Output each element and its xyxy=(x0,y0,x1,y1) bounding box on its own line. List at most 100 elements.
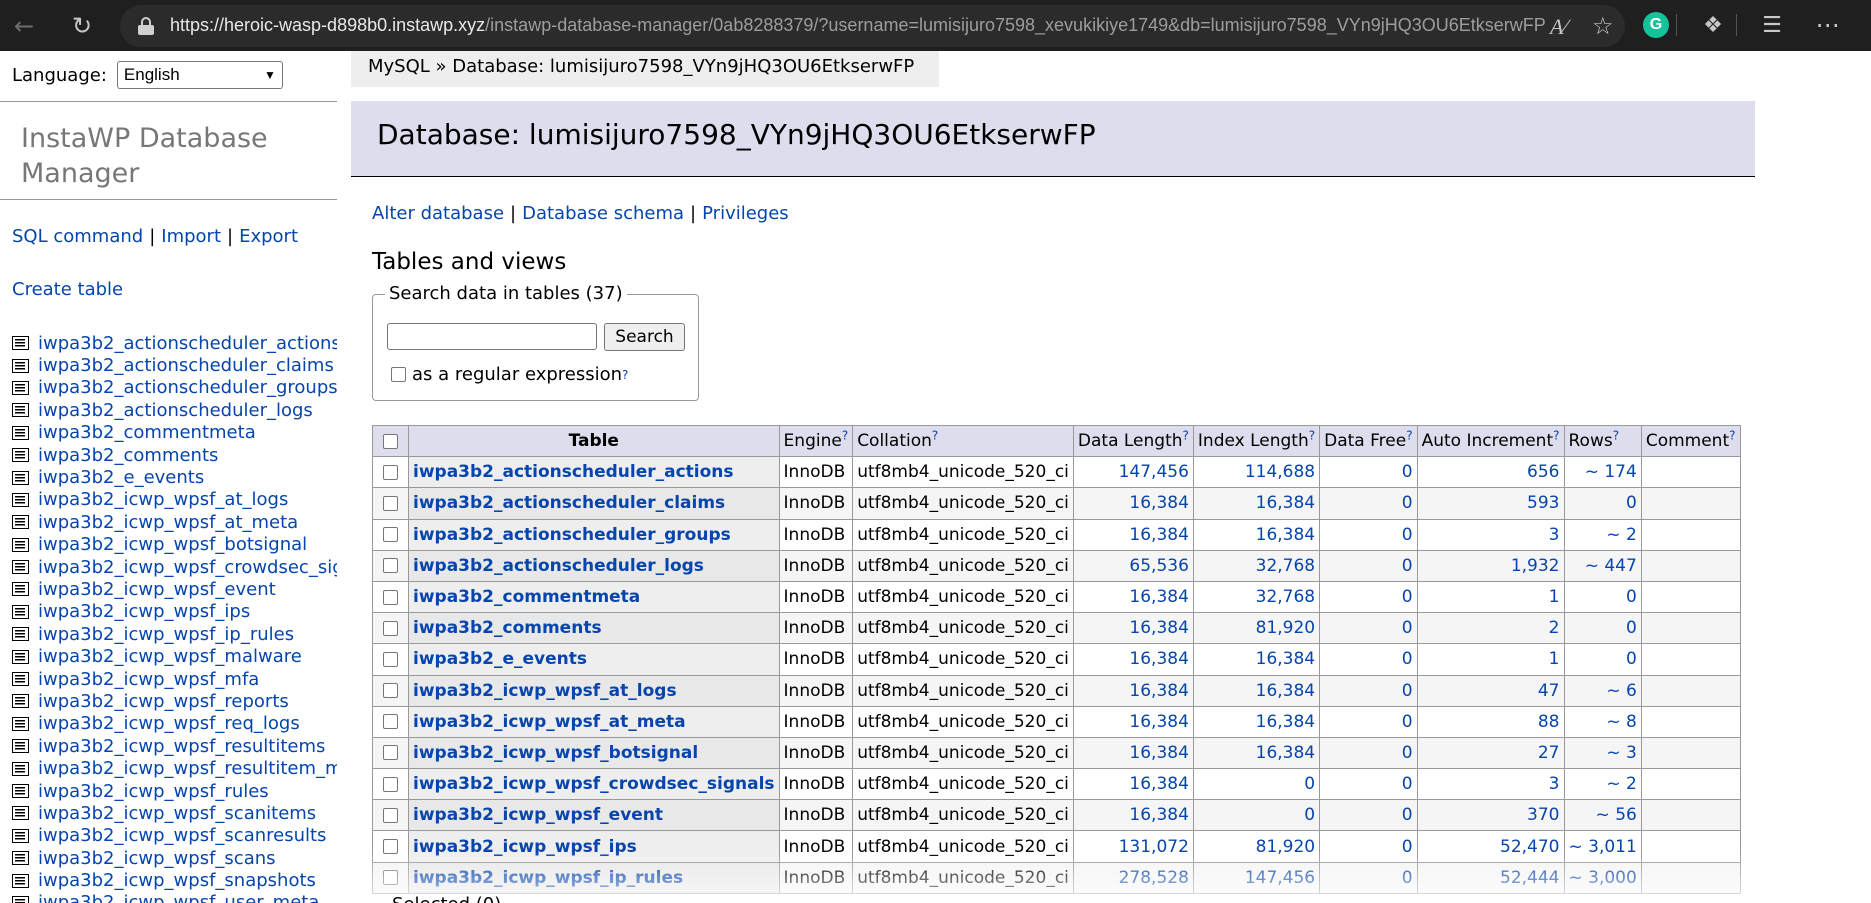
help-link[interactable]: ? xyxy=(1613,428,1619,442)
read-aloud-icon[interactable]: A∕ xyxy=(1550,14,1567,40)
data-free-cell[interactable]: 0 xyxy=(1319,612,1418,645)
rows-cell[interactable]: ~ 2 xyxy=(1563,768,1642,801)
table-list-icon[interactable] xyxy=(12,425,29,440)
sidebar-table-link[interactable]: iwpa3b2_icwp_wpsf_scanitems xyxy=(38,803,316,824)
import-link[interactable]: Import xyxy=(161,226,221,247)
alter-database-link[interactable]: Alter database xyxy=(372,203,504,224)
data-free-cell[interactable]: 0 xyxy=(1319,736,1418,770)
sidebar-table-link[interactable]: iwpa3b2_actionscheduler_groups xyxy=(38,377,337,398)
sidebar-table-item[interactable]: iwpa3b2_actionscheduler_logs xyxy=(12,399,337,421)
sidebar-table-link[interactable]: iwpa3b2_icwp_wpsf_req_logs xyxy=(38,713,300,734)
language-select[interactable]: English ▼ xyxy=(116,61,283,89)
table-list-icon[interactable] xyxy=(12,694,29,709)
puzzle-piece-icon[interactable]: ❖ xyxy=(1698,10,1728,40)
index-length-cell[interactable]: 0 xyxy=(1192,799,1321,832)
data-free-cell[interactable]: 0 xyxy=(1319,674,1418,707)
index-length-cell[interactable]: 114,688 xyxy=(1192,456,1321,489)
table-list-icon[interactable] xyxy=(12,448,29,463)
sidebar-table-link[interactable]: iwpa3b2_comments xyxy=(38,445,218,466)
table-list-icon[interactable] xyxy=(12,537,29,552)
sidebar-table-link[interactable]: iwpa3b2_icwp_wpsf_event xyxy=(38,579,276,600)
data-length-cell[interactable]: 16,384 xyxy=(1072,643,1194,676)
auto-increment-cell[interactable]: 593 xyxy=(1416,487,1565,520)
data-free-cell[interactable]: 0 xyxy=(1319,580,1418,614)
sidebar-table-item[interactable]: iwpa3b2_icwp_wpsf_scanresults xyxy=(12,825,337,847)
row-checkbox[interactable] xyxy=(383,807,398,823)
index-length-cell[interactable]: 32,768 xyxy=(1192,580,1321,614)
auto-increment-cell[interactable]: 27 xyxy=(1416,736,1565,770)
sidebar-table-link[interactable]: iwpa3b2_e_events xyxy=(38,467,204,488)
sidebar-table-link[interactable]: iwpa3b2_icwp_wpsf_resultitems xyxy=(38,736,325,757)
more-menu-icon[interactable]: ⋯ xyxy=(1813,10,1843,40)
sidebar-table-item[interactable]: iwpa3b2_icwp_wpsf_scans xyxy=(12,847,337,869)
create-table-link[interactable]: Create table xyxy=(12,279,123,300)
rows-cell[interactable]: ~ 6 xyxy=(1563,674,1642,707)
sidebar-table-item[interactable]: iwpa3b2_icwp_wpsf_snapshots xyxy=(12,869,337,891)
auto-increment-cell[interactable]: 2 xyxy=(1416,612,1565,645)
rows-cell[interactable]: ~ 56 xyxy=(1563,799,1642,832)
row-checkbox[interactable] xyxy=(383,589,398,605)
table-list-icon[interactable] xyxy=(12,560,29,575)
table-list-icon[interactable] xyxy=(12,649,29,664)
sidebar-table-item[interactable]: iwpa3b2_icwp_wpsf_at_meta xyxy=(12,511,337,533)
sidebar-table-item[interactable]: iwpa3b2_icwp_wpsf_user_meta xyxy=(12,892,337,903)
auto-increment-cell[interactable]: 52,444 xyxy=(1416,861,1565,894)
data-length-cell[interactable]: 16,384 xyxy=(1072,518,1194,551)
index-length-cell[interactable]: 81,920 xyxy=(1192,612,1321,645)
sidebar-table-item[interactable]: iwpa3b2_icwp_wpsf_scanitems xyxy=(12,802,337,824)
data-free-cell[interactable]: 0 xyxy=(1319,830,1418,863)
table-list-icon[interactable] xyxy=(12,739,29,754)
data-free-cell[interactable]: 0 xyxy=(1319,487,1418,520)
table-list-icon[interactable] xyxy=(12,358,29,373)
auto-increment-cell[interactable]: 52,470 xyxy=(1416,830,1565,863)
row-checkbox[interactable] xyxy=(383,651,398,667)
row-checkbox[interactable] xyxy=(383,776,398,792)
sql-command-link[interactable]: SQL command xyxy=(12,226,143,247)
table-list-icon[interactable] xyxy=(12,784,29,798)
auto-increment-cell[interactable]: 47 xyxy=(1416,674,1565,707)
index-length-cell[interactable]: 16,384 xyxy=(1192,674,1321,707)
help-link[interactable]: ? xyxy=(932,428,938,442)
star-icon[interactable]: ☆ xyxy=(1592,12,1614,40)
table-name-link[interactable]: iwpa3b2_actionscheduler_logs xyxy=(413,556,704,576)
table-list-icon[interactable] xyxy=(12,895,29,903)
sidebar-table-link[interactable]: iwpa3b2_icwp_wpsf_ip_rules xyxy=(38,624,294,645)
sidebar-table-item[interactable]: iwpa3b2_icwp_wpsf_reports xyxy=(12,690,337,712)
table-list-icon[interactable] xyxy=(12,761,29,776)
auto-increment-cell[interactable]: 1 xyxy=(1416,643,1565,676)
data-length-cell[interactable]: 16,384 xyxy=(1072,487,1194,520)
help-link[interactable]: ? xyxy=(1309,428,1315,442)
auto-increment-cell[interactable]: 1 xyxy=(1416,580,1565,614)
table-name-link[interactable]: iwpa3b2_actionscheduler_groups xyxy=(413,525,731,545)
rows-cell[interactable]: 0 xyxy=(1563,487,1642,520)
sidebar-table-item[interactable]: iwpa3b2_icwp_wpsf_ips xyxy=(12,601,337,623)
data-free-cell[interactable]: 0 xyxy=(1319,705,1418,738)
rows-cell[interactable]: 0 xyxy=(1563,580,1642,614)
select-all-checkbox[interactable] xyxy=(383,433,398,449)
table-list-icon[interactable] xyxy=(12,806,29,821)
grammarly-extension-icon[interactable]: G xyxy=(1643,12,1669,38)
table-name-link[interactable]: iwpa3b2_commentmeta xyxy=(413,587,640,607)
sidebar-table-link[interactable]: iwpa3b2_icwp_wpsf_crowdsec_signals xyxy=(38,557,337,578)
row-checkbox[interactable] xyxy=(383,620,398,636)
help-link[interactable]: ? xyxy=(1553,428,1559,442)
help-link[interactable]: ? xyxy=(1406,428,1412,442)
index-length-cell[interactable]: 16,384 xyxy=(1192,487,1321,520)
rows-cell[interactable]: ~ 447 xyxy=(1563,549,1642,582)
sidebar-table-link[interactable]: iwpa3b2_icwp_wpsf_botsignal xyxy=(38,534,307,555)
sidebar-table-link[interactable]: iwpa3b2_icwp_wpsf_reports xyxy=(38,691,289,712)
back-arrow-icon[interactable]: ← xyxy=(4,6,44,46)
help-link[interactable]: ? xyxy=(842,428,848,442)
sidebar-table-item[interactable]: iwpa3b2_icwp_wpsf_botsignal xyxy=(12,534,337,556)
sidebar-table-item[interactable]: iwpa3b2_e_events xyxy=(12,466,337,488)
sidebar-table-item[interactable]: iwpa3b2_icwp_wpsf_req_logs xyxy=(12,713,337,735)
sidebar-table-link[interactable]: iwpa3b2_icwp_wpsf_resultitem_meta xyxy=(38,758,337,779)
row-checkbox[interactable] xyxy=(383,870,398,886)
index-length-cell[interactable]: 16,384 xyxy=(1192,705,1321,738)
table-list-icon[interactable] xyxy=(12,873,29,888)
sidebar-table-item[interactable]: iwpa3b2_actionscheduler_groups xyxy=(12,377,337,399)
row-checkbox[interactable] xyxy=(383,839,398,855)
sidebar-table-link[interactable]: iwpa3b2_icwp_wpsf_snapshots xyxy=(38,870,316,891)
sidebar-table-link[interactable]: iwpa3b2_icwp_wpsf_mfa xyxy=(38,669,259,690)
rows-cell[interactable]: ~ 3,011 xyxy=(1563,830,1642,863)
